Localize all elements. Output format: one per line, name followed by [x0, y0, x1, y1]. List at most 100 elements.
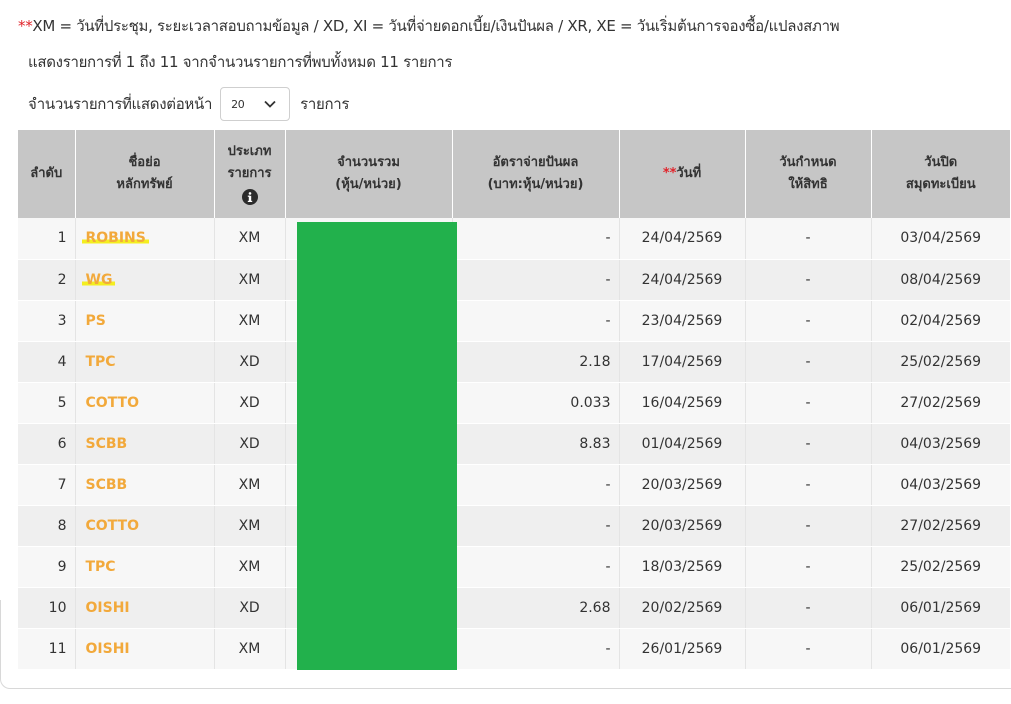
- symbol-link[interactable]: PS: [86, 313, 106, 329]
- symbol-link[interactable]: WG: [81, 271, 116, 288]
- cell-no: 1: [18, 218, 76, 260]
- cell-rate: -: [452, 259, 620, 301]
- cell-record-date: -: [745, 218, 872, 260]
- cell-no: 6: [18, 423, 76, 465]
- cell-date: 20/02/2569: [619, 587, 746, 629]
- symbol-link[interactable]: COTTO: [86, 518, 140, 534]
- cell-record-date: -: [745, 546, 872, 588]
- cell-record-date: -: [745, 587, 872, 629]
- cell-type: XD: [214, 587, 286, 629]
- cell-no: 9: [18, 546, 76, 588]
- cell-symbol: OISHI: [75, 587, 215, 629]
- cell-rate: -: [452, 464, 620, 506]
- cell-symbol: PS: [75, 300, 215, 342]
- table-row: 4 TPC XD 2.18 17/04/2569-25/02/2569: [18, 341, 1010, 383]
- table-row: 9 TPC XM -18/03/2569-25/02/2569: [18, 546, 1010, 588]
- cell-record-date: -: [745, 341, 872, 383]
- cell-no: 10: [18, 587, 76, 629]
- table-row: 8 COTTO XM -20/03/2569-27/02/2569: [18, 505, 1010, 547]
- cell-no: 11: [18, 628, 76, 670]
- cell-book-close: 06/01/2569: [871, 587, 1010, 629]
- cell-record-date: -: [745, 464, 872, 506]
- table-row: 7 SCBB XM -20/03/2569-04/03/2569: [18, 464, 1010, 506]
- cell-rate: 0.033: [452, 382, 620, 424]
- table-row: 5 COTTO XD 0.033 16/04/2569-27/02/2569: [18, 382, 1010, 424]
- cell-symbol: TPC: [75, 341, 215, 383]
- cell-symbol: SCBB: [75, 464, 215, 506]
- cell-record-date: -: [745, 259, 872, 301]
- cell-symbol: ROBINS: [75, 218, 215, 260]
- symbol-link[interactable]: OISHI: [86, 600, 130, 616]
- result-summary: แสดงรายการที่ 1 ถึง 11 จากจำนวนรายการที่…: [28, 53, 453, 71]
- cell-no: 8: [18, 505, 76, 547]
- cell-date: 20/03/2569: [619, 464, 746, 506]
- cell-symbol: SCBB: [75, 423, 215, 465]
- cell-date: 24/04/2569: [619, 218, 746, 260]
- cell-book-close: 02/04/2569: [871, 300, 1010, 342]
- header-symbol: ชื่อย่อ หลักทรัพย์: [75, 130, 215, 218]
- cell-book-close: 25/02/2569: [871, 341, 1010, 383]
- cell-date: 20/03/2569: [619, 505, 746, 547]
- table-row: 3 PS XM -23/04/2569-02/04/2569: [18, 300, 1010, 342]
- symbol-link[interactable]: ROBINS: [81, 230, 149, 247]
- cell-no: 2: [18, 259, 76, 301]
- cell-book-close: 25/02/2569: [871, 546, 1010, 588]
- cell-type: XM: [214, 464, 286, 506]
- header-rate: อัตราจ่ายปันผล (บาท:หุ้น/หน่วย): [452, 130, 620, 218]
- cell-symbol: COTTO: [75, 382, 215, 424]
- symbol-link[interactable]: SCBB: [86, 436, 128, 452]
- cell-type: XD: [214, 382, 286, 424]
- cell-book-close: 08/04/2569: [871, 259, 1010, 301]
- cell-date: 16/04/2569: [619, 382, 746, 424]
- table-row: 11 OISHI XM -26/01/2569-06/01/2569: [18, 628, 1010, 670]
- table-row: 2 WG XM -24/04/2569-08/04/2569: [18, 259, 1010, 301]
- cell-rate: 8.83: [452, 423, 620, 465]
- cell-book-close: 03/04/2569: [871, 218, 1010, 260]
- cell-rate: -: [452, 218, 620, 260]
- cell-type: XM: [214, 218, 286, 260]
- table-header-row: ลำดับ ชื่อย่อ หลักทรัพย์ ประเภท รายการ จำน…: [18, 130, 1010, 218]
- symbol-link[interactable]: OISHI: [86, 641, 130, 657]
- cell-no: 4: [18, 341, 76, 383]
- header-book-close: วันปิด สมุดทะเบียน: [871, 130, 1010, 218]
- rights-table: ลำดับ ชื่อย่อ หลักทรัพย์ ประเภท รายการ จำน…: [18, 130, 1010, 670]
- cell-date: 23/04/2569: [619, 300, 746, 342]
- cell-rate: -: [452, 300, 620, 342]
- symbol-link[interactable]: TPC: [86, 559, 116, 575]
- table-row: 10 OISHI XD 2.68 20/02/2569-06/01/2569: [18, 587, 1010, 629]
- cell-type: XM: [214, 300, 286, 342]
- page-size-label: จำนวนรายการที่แสดงต่อหน้า: [28, 95, 213, 113]
- header-date-label: วันที่: [676, 166, 702, 181]
- cell-rate: 2.68: [452, 587, 620, 629]
- header-no: ลำดับ: [18, 130, 76, 218]
- cell-book-close: 27/02/2569: [871, 382, 1010, 424]
- cell-date: 17/04/2569: [619, 341, 746, 383]
- cell-date: 18/03/2569: [619, 546, 746, 588]
- cell-record-date: -: [745, 628, 872, 670]
- cell-book-close: 04/03/2569: [871, 423, 1010, 465]
- info-icon[interactable]: [241, 188, 258, 205]
- cell-symbol: WG: [75, 259, 215, 301]
- legend-star: **: [18, 17, 33, 35]
- symbol-link[interactable]: TPC: [86, 354, 116, 370]
- symbol-link[interactable]: SCBB: [86, 477, 128, 493]
- cell-symbol: OISHI: [75, 628, 215, 670]
- page-size-value: 20: [231, 97, 245, 111]
- header-date-star: **: [662, 166, 677, 181]
- cell-type: XM: [214, 546, 286, 588]
- symbol-link[interactable]: COTTO: [86, 395, 140, 411]
- page-size-select[interactable]: 20: [220, 87, 291, 121]
- cell-book-close: 04/03/2569: [871, 464, 1010, 506]
- cell-type: XM: [214, 259, 286, 301]
- table-row: 1 ROBINS XM -24/04/2569-03/04/2569: [18, 218, 1010, 260]
- page-size-suffix: รายการ: [300, 95, 350, 113]
- cell-rate: -: [452, 546, 620, 588]
- cell-date: 01/04/2569: [619, 423, 746, 465]
- legend-note: **XM = วันที่ประชุม, ระยะเวลาสอบถามข้อมู…: [18, 14, 840, 38]
- legend-text: XM = วันที่ประชุม, ระยะเวลาสอบถามข้อมูล …: [32, 17, 840, 35]
- cell-record-date: -: [745, 423, 872, 465]
- header-type: ประเภท รายการ: [214, 130, 286, 218]
- chevron-down-icon: [264, 100, 276, 108]
- page-size-control: จำนวนรายการที่แสดงต่อหน้า 20 รายการ: [28, 87, 349, 121]
- header-record-date: วันกำหนด ให้สิทธิ: [745, 130, 872, 218]
